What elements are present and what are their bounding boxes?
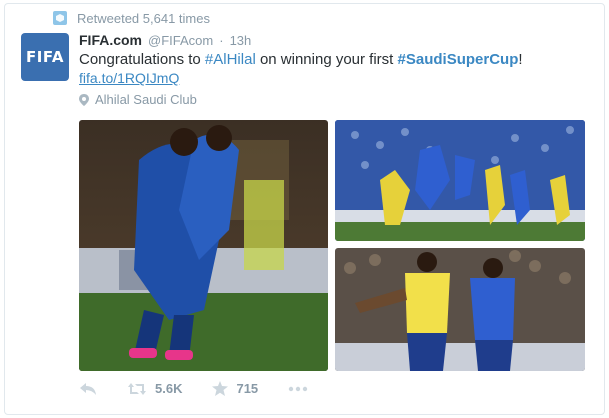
tweet-text-end: !: [518, 51, 523, 68]
photo-ball-duel-image: [335, 248, 585, 371]
more-button[interactable]: [288, 386, 308, 392]
avatar[interactable]: FIFA: [21, 33, 69, 81]
hashtag-saudisupercup[interactable]: #SaudiSuperCup: [398, 51, 519, 68]
tweet-text: Congratulations to #AlHilal on winning y…: [79, 51, 523, 68]
avatar-logo-text: FIFA: [26, 48, 64, 66]
retweet-count: 5.6K: [155, 381, 183, 396]
retweet-context: Retweeted 5,641 times: [53, 10, 210, 26]
tweet-header: FIFA.com @FIFAcom · 13h: [79, 32, 251, 48]
photo-header-jump[interactable]: [335, 120, 585, 241]
tweet-text-middle: on winning your first: [255, 51, 398, 68]
reply-icon: [80, 382, 96, 395]
tweet-text-prefix: Congratulations to: [79, 51, 205, 68]
photo-players-hugging[interactable]: [79, 120, 328, 371]
location-pin-icon: [79, 93, 89, 106]
star-icon: [212, 381, 229, 396]
photo-ball-duel[interactable]: [335, 248, 585, 371]
tweet-location[interactable]: Alhilal Saudi Club: [79, 92, 197, 107]
more-icon: [288, 386, 308, 391]
retweet-icon: [53, 11, 67, 25]
tweet-link[interactable]: fifa.to/1RQIJmQ: [79, 70, 179, 86]
retweet-icon: [128, 382, 146, 395]
photo-header-jump-image: [335, 120, 585, 241]
retweet-count-text: Retweeted 5,641 times: [77, 10, 210, 26]
photo-players-hugging-image: [79, 120, 328, 371]
tweet-actions: 5.6K 715: [79, 381, 338, 396]
hashtag-alhilal[interactable]: #AlHilal: [205, 51, 256, 68]
retweet-button[interactable]: 5.6K: [127, 381, 182, 396]
tweet-timestamp[interactable]: 13h: [230, 33, 252, 48]
favorite-button[interactable]: 715: [212, 381, 258, 396]
author-handle[interactable]: @FIFAcom: [148, 33, 213, 48]
location-label: Alhilal Saudi Club: [95, 92, 197, 107]
author-name[interactable]: FIFA.com: [79, 32, 142, 48]
favorite-count: 715: [236, 381, 259, 396]
header-separator: ·: [219, 33, 224, 48]
reply-button[interactable]: [79, 382, 97, 396]
